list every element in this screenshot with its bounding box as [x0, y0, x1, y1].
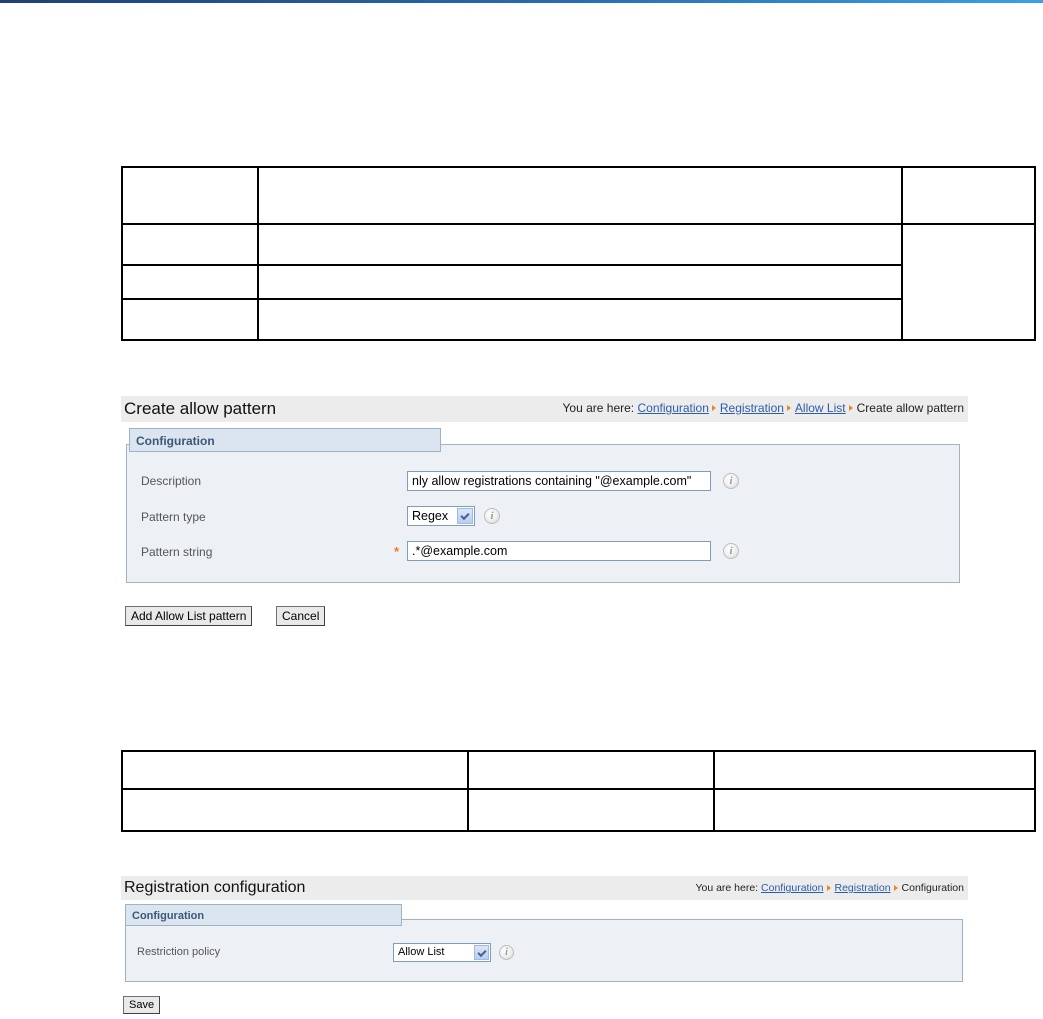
- breadcrumb-separator-icon: [826, 884, 831, 891]
- chevron-down-icon: [474, 945, 489, 960]
- section-title: Configuration: [125, 904, 402, 926]
- table-cell: [120, 223, 260, 266]
- breadcrumb-current: Create allow pattern: [856, 401, 964, 415]
- table-row: [120, 298, 1035, 341]
- table-row: [120, 166, 1037, 225]
- save-button[interactable]: Save: [123, 996, 161, 1014]
- table-cell: [466, 750, 716, 790]
- pattern-type-label: Pattern type: [141, 510, 206, 524]
- cancel-button[interactable]: Cancel: [276, 606, 326, 626]
- info-icon[interactable]: i: [499, 945, 514, 960]
- breadcrumb-current: Configuration: [901, 882, 964, 894]
- pattern-type-value: Regex: [412, 509, 449, 523]
- table-cell: [120, 166, 260, 225]
- pattern-string-field[interactable]: .*@example.com: [407, 541, 711, 561]
- configuration-fieldset: [125, 919, 963, 982]
- info-icon[interactable]: i: [484, 508, 500, 524]
- table-row: [121, 788, 1036, 832]
- table-cell: [257, 298, 903, 341]
- title-bar: Create allow pattern You are here: Confi…: [121, 396, 968, 422]
- table-cell: [257, 166, 903, 225]
- table-cell: [257, 223, 903, 266]
- breadcrumb-prefix: You are here:: [562, 401, 635, 415]
- table-cell: [900, 223, 1037, 341]
- breadcrumb: You are here: Configuration Registration A…: [563, 401, 964, 415]
- restriction-policy-label: Restriction policy: [137, 946, 221, 958]
- breadcrumb: You are here: Configuration Registration C…: [695, 882, 964, 894]
- description-field[interactable]: nly allow registrations containing "@exa…: [407, 471, 711, 491]
- page-title: Create allow pattern: [124, 399, 277, 418]
- table-cell: [466, 788, 716, 832]
- pattern-string-label: Pattern string: [141, 545, 213, 559]
- title-bar: Registration configuration You are here:…: [121, 876, 968, 900]
- configuration-fieldset: [126, 444, 960, 583]
- section-title: Configuration: [129, 428, 441, 452]
- empty-table-bottom: [121, 750, 1036, 832]
- breadcrumb-prefix: You are here:: [695, 882, 759, 894]
- breadcrumb-separator-icon: [711, 405, 716, 412]
- table-row: [121, 750, 1036, 790]
- info-icon[interactable]: i: [723, 543, 739, 559]
- table-cell: [900, 166, 1037, 225]
- info-icon[interactable]: i: [723, 473, 739, 489]
- restriction-policy-value: Allow List: [398, 946, 445, 958]
- add-allow-list-pattern-button[interactable]: Add Allow List pattern: [125, 606, 253, 626]
- table-cell: [257, 264, 903, 300]
- chevron-down-icon: [457, 508, 473, 524]
- create-allow-pattern-panel: Create allow pattern You are here: Confi…: [121, 396, 968, 636]
- breadcrumb-separator-icon: [786, 405, 791, 412]
- top-rule: [0, 0, 1043, 3]
- breadcrumb-separator-icon: [848, 405, 853, 412]
- breadcrumb-link-registration[interactable]: Registration: [835, 882, 891, 894]
- page-title: Registration configuration: [124, 879, 306, 896]
- table-cell: [120, 264, 260, 300]
- required-marker-icon: *: [394, 544, 400, 559]
- breadcrumb-link-configuration[interactable]: Configuration: [761, 882, 823, 894]
- table-cell: [713, 788, 1036, 832]
- table-cell: [120, 298, 260, 341]
- table-cell: [121, 788, 469, 832]
- pattern-type-select[interactable]: Regex: [407, 506, 475, 526]
- breadcrumb-separator-icon: [893, 884, 898, 891]
- description-label: Description: [141, 474, 202, 488]
- restriction-policy-select[interactable]: Allow List: [393, 943, 491, 962]
- breadcrumb-link-registration[interactable]: Registration: [720, 401, 784, 415]
- breadcrumb-link-configuration[interactable]: Configuration: [638, 401, 709, 415]
- breadcrumb-link-allow-list[interactable]: Allow List: [795, 401, 846, 415]
- table-cell: [713, 750, 1036, 790]
- registration-configuration-panel: Registration configuration You are here:…: [121, 876, 968, 1016]
- table-row: [120, 264, 1035, 300]
- empty-table-top: [120, 166, 1037, 341]
- table-row: [120, 223, 1037, 341]
- table-cell: [121, 750, 469, 790]
